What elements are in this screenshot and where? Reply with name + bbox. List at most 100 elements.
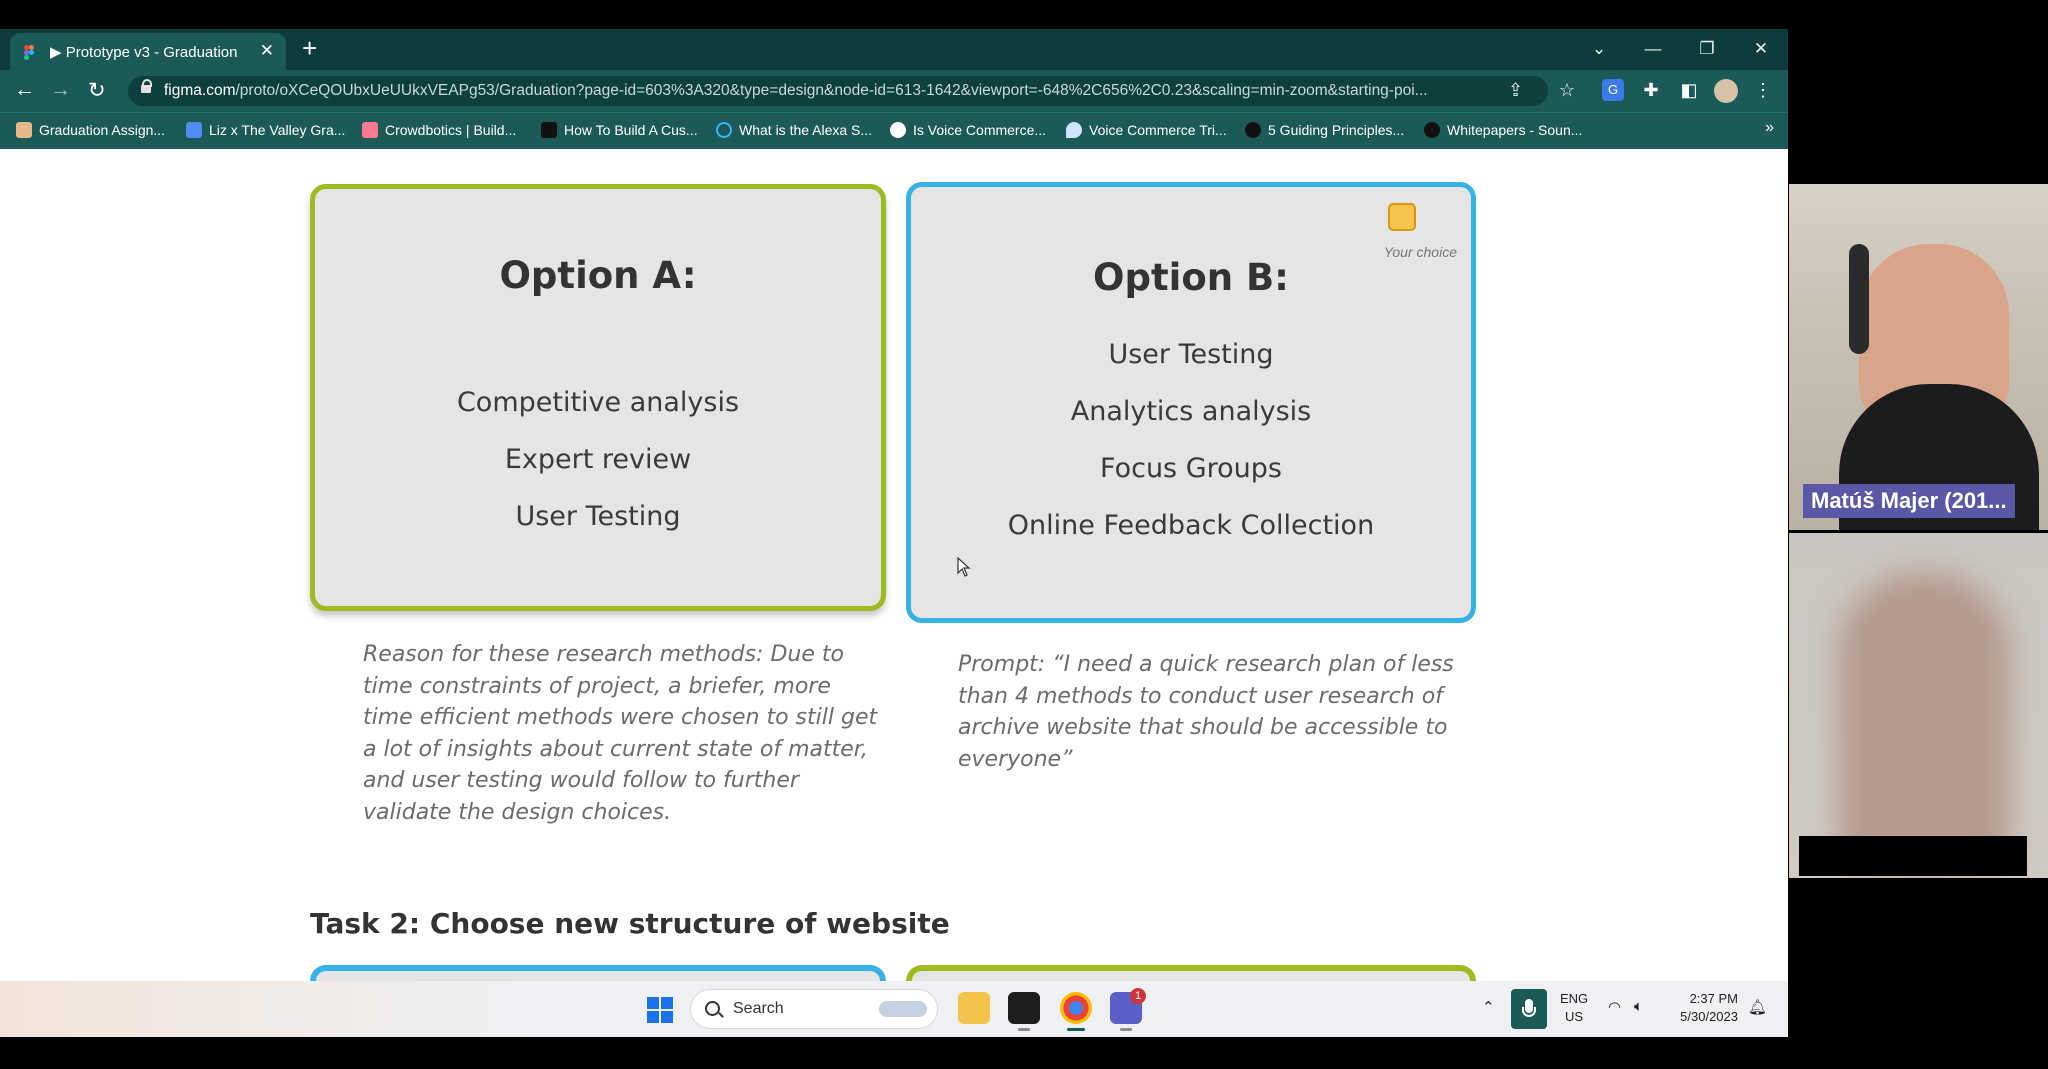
figma-icon — [24, 45, 35, 61]
chrome-icon[interactable] — [1060, 992, 1092, 1031]
lang-region: US — [1565, 1009, 1584, 1024]
side-panel-icon[interactable]: ◧ — [1678, 79, 1700, 101]
reason-line: and user testing would follow to further — [363, 768, 799, 793]
profile-avatar[interactable] — [1714, 79, 1738, 103]
running-indicator — [1120, 1028, 1132, 1031]
microphone-icon[interactable] — [1511, 989, 1547, 1029]
share-icon[interactable]: ⇪ — [1508, 80, 1523, 101]
video-tile-participant-1[interactable]: Matúš Majer (201... — [1789, 184, 2048, 530]
option-b-card[interactable]: Your choice Option B: User Testing Analy… — [906, 182, 1476, 623]
option-b-item: Online Feedback Collection — [1007, 510, 1375, 541]
bookmark-label: Liz x The Valley Gra... — [209, 122, 346, 138]
prompt-line: than 4 methods to conduct user research … — [958, 683, 1443, 709]
teams-icon[interactable]: 1 — [1110, 988, 1146, 1031]
bookmark-0[interactable]: Graduation Assign... — [16, 122, 165, 138]
reason-line: time constraints of project, a briefer, … — [363, 673, 831, 699]
bookmark-label: Voice Commerce Tri... — [1089, 122, 1227, 138]
bookmark-label: How To Build A Cus... — [564, 122, 698, 138]
redacted-name-tag — [1799, 836, 2027, 876]
search-icon — [705, 1001, 720, 1016]
option-a-title: Option A: — [499, 254, 697, 297]
alexa-icon — [716, 122, 732, 138]
browser-window: ▶ Prototype v3 - Graduation ✕ + ⌄ — ❐ ✕ … — [0, 29, 1788, 981]
search-label: Search — [733, 1000, 784, 1017]
notifications-icon[interactable]: 🔔︎ — [1748, 998, 1767, 1016]
bookmark-label: Graduation Assign... — [39, 122, 166, 138]
s-icon — [1245, 122, 1261, 138]
bookmark-1[interactable]: Liz x The Valley Gra... — [186, 122, 345, 138]
taskbar-search[interactable]: Search — [690, 989, 938, 1029]
your-choice-badge — [1388, 203, 1416, 231]
option-b-item: Focus Groups — [1100, 453, 1282, 484]
crowdbotics-icon — [362, 122, 378, 138]
bookmark-5[interactable]: Is Voice Commerce... — [890, 122, 1046, 138]
url-path: /proto/oXCeQOUbxUeUUkxVEAPg53/Graduation… — [235, 82, 1428, 99]
forward-icon[interactable]: → — [50, 78, 71, 102]
lock-icon — [141, 79, 152, 93]
more-bookmarks-icon[interactable]: » — [1765, 119, 1774, 137]
file-explorer-icon[interactable] — [958, 992, 990, 1024]
task-2-option-b-card[interactable] — [906, 965, 1476, 981]
option-a-item: Expert review — [504, 444, 692, 475]
option-b-item: Analytics analysis — [1070, 396, 1312, 427]
task-2-option-a-card[interactable] — [310, 965, 886, 981]
reason-line: Reason for these research methods: Due t… — [363, 642, 844, 667]
option-b-item: User Testing — [1108, 339, 1274, 370]
restore-icon[interactable]: ❐ — [1680, 29, 1734, 70]
search-highlight-icon — [879, 1001, 927, 1017]
globe-icon — [890, 122, 906, 138]
tab-prototype[interactable]: ▶ Prototype v3 - Graduation ✕ — [10, 33, 286, 70]
drop-icon — [1066, 122, 1082, 138]
tab-search-icon[interactable]: ⌄ — [1572, 29, 1626, 70]
prompt-line: archive website that should be accessibl… — [958, 715, 1448, 740]
reload-icon[interactable]: ↻ — [88, 78, 106, 103]
reason-line: a lot of insights about current state of… — [363, 736, 868, 762]
clock-time: 2:37 PM — [1689, 991, 1738, 1006]
bookmark-label: Crowdbotics | Build... — [385, 122, 517, 138]
prompt-line: everyone” — [958, 746, 1073, 772]
bookmark-3[interactable]: How To Build A Cus... — [541, 122, 698, 138]
bookmark-label: 5 Guiding Principles... — [1268, 122, 1405, 138]
wifi-icon[interactable]: ◠ — [1608, 998, 1621, 1016]
new-tab-icon[interactable]: + — [302, 35, 317, 61]
bookmark-7[interactable]: 5 Guiding Principles... — [1245, 122, 1404, 138]
star-icon[interactable]: ☆ — [1556, 79, 1578, 101]
bookmark-6[interactable]: Voice Commerce Tri... — [1066, 122, 1227, 138]
bookmark-4[interactable]: What is the Alexa S... — [716, 122, 872, 138]
address-bar[interactable]: figma.com/proto/oXCeQOUbxUeUUkxVEAPg53/G… — [128, 76, 1548, 106]
menu-icon[interactable]: ⋮ — [1752, 79, 1774, 101]
translate-icon[interactable]: G — [1602, 79, 1624, 101]
docs-icon — [186, 122, 202, 138]
option-a-item: Competitive analysis — [456, 387, 740, 418]
bookmark-2[interactable]: Crowdbotics | Build... — [362, 122, 516, 138]
windows-taskbar: Search 1 ⌃ ENG US ◠ 🔈︎ 2:37 PM 5/30/2023… — [0, 981, 1788, 1037]
close-window-icon[interactable]: ✕ — [1734, 29, 1788, 70]
bookmark-label: Is Voice Commerce... — [913, 122, 1047, 138]
url-text[interactable]: figma.com/proto/oXCeQOUbxUeUUkxVEAPg53/G… — [164, 82, 1428, 100]
figma-app-icon[interactable] — [1008, 992, 1040, 1031]
reason-line: validate the design choices. — [363, 799, 672, 825]
close-tab-icon[interactable]: ✕ — [260, 41, 274, 61]
system-clock[interactable]: 2:37 PM 5/30/2023 — [1672, 990, 1738, 1026]
video-tile-participant-2[interactable] — [1789, 533, 2048, 878]
language-indicator[interactable]: ENG US — [1560, 990, 1588, 1026]
active-indicator — [1067, 1028, 1085, 1031]
option-b-prompt: Prompt: “I need a quick research plan of… — [958, 649, 1454, 775]
option-a-card[interactable]: Option A: Competitive analysis Expert re… — [310, 184, 886, 611]
bookmark-label: Whitepapers - Soun... — [1447, 122, 1583, 138]
bookmarks-bar: Graduation Assign... Liz x The Valley Gr… — [0, 112, 1788, 149]
windows-start-icon[interactable] — [647, 997, 673, 1023]
option-b-title: Option B: — [1093, 256, 1289, 299]
minimize-icon[interactable]: — — [1626, 29, 1680, 70]
show-hidden-icons-icon[interactable]: ⌃ — [1482, 998, 1495, 1016]
task-2-title: Task 2: Choose new structure of website — [310, 907, 950, 940]
back-icon[interactable]: ← — [14, 78, 35, 102]
tab-strip: ▶ Prototype v3 - Graduation ✕ + ⌄ — ❐ ✕ — [0, 29, 1788, 70]
bookmark-8[interactable]: Whitepapers - Soun... — [1424, 122, 1582, 138]
url-domain: figma.com — [164, 82, 236, 99]
extensions-icon[interactable]: ✚ — [1640, 79, 1662, 101]
s-icon — [1424, 122, 1440, 138]
volume-icon[interactable]: 🔈︎ — [1634, 998, 1643, 1015]
headphones-icon — [1849, 244, 1869, 354]
blurred-participant-video — [1839, 573, 2009, 873]
